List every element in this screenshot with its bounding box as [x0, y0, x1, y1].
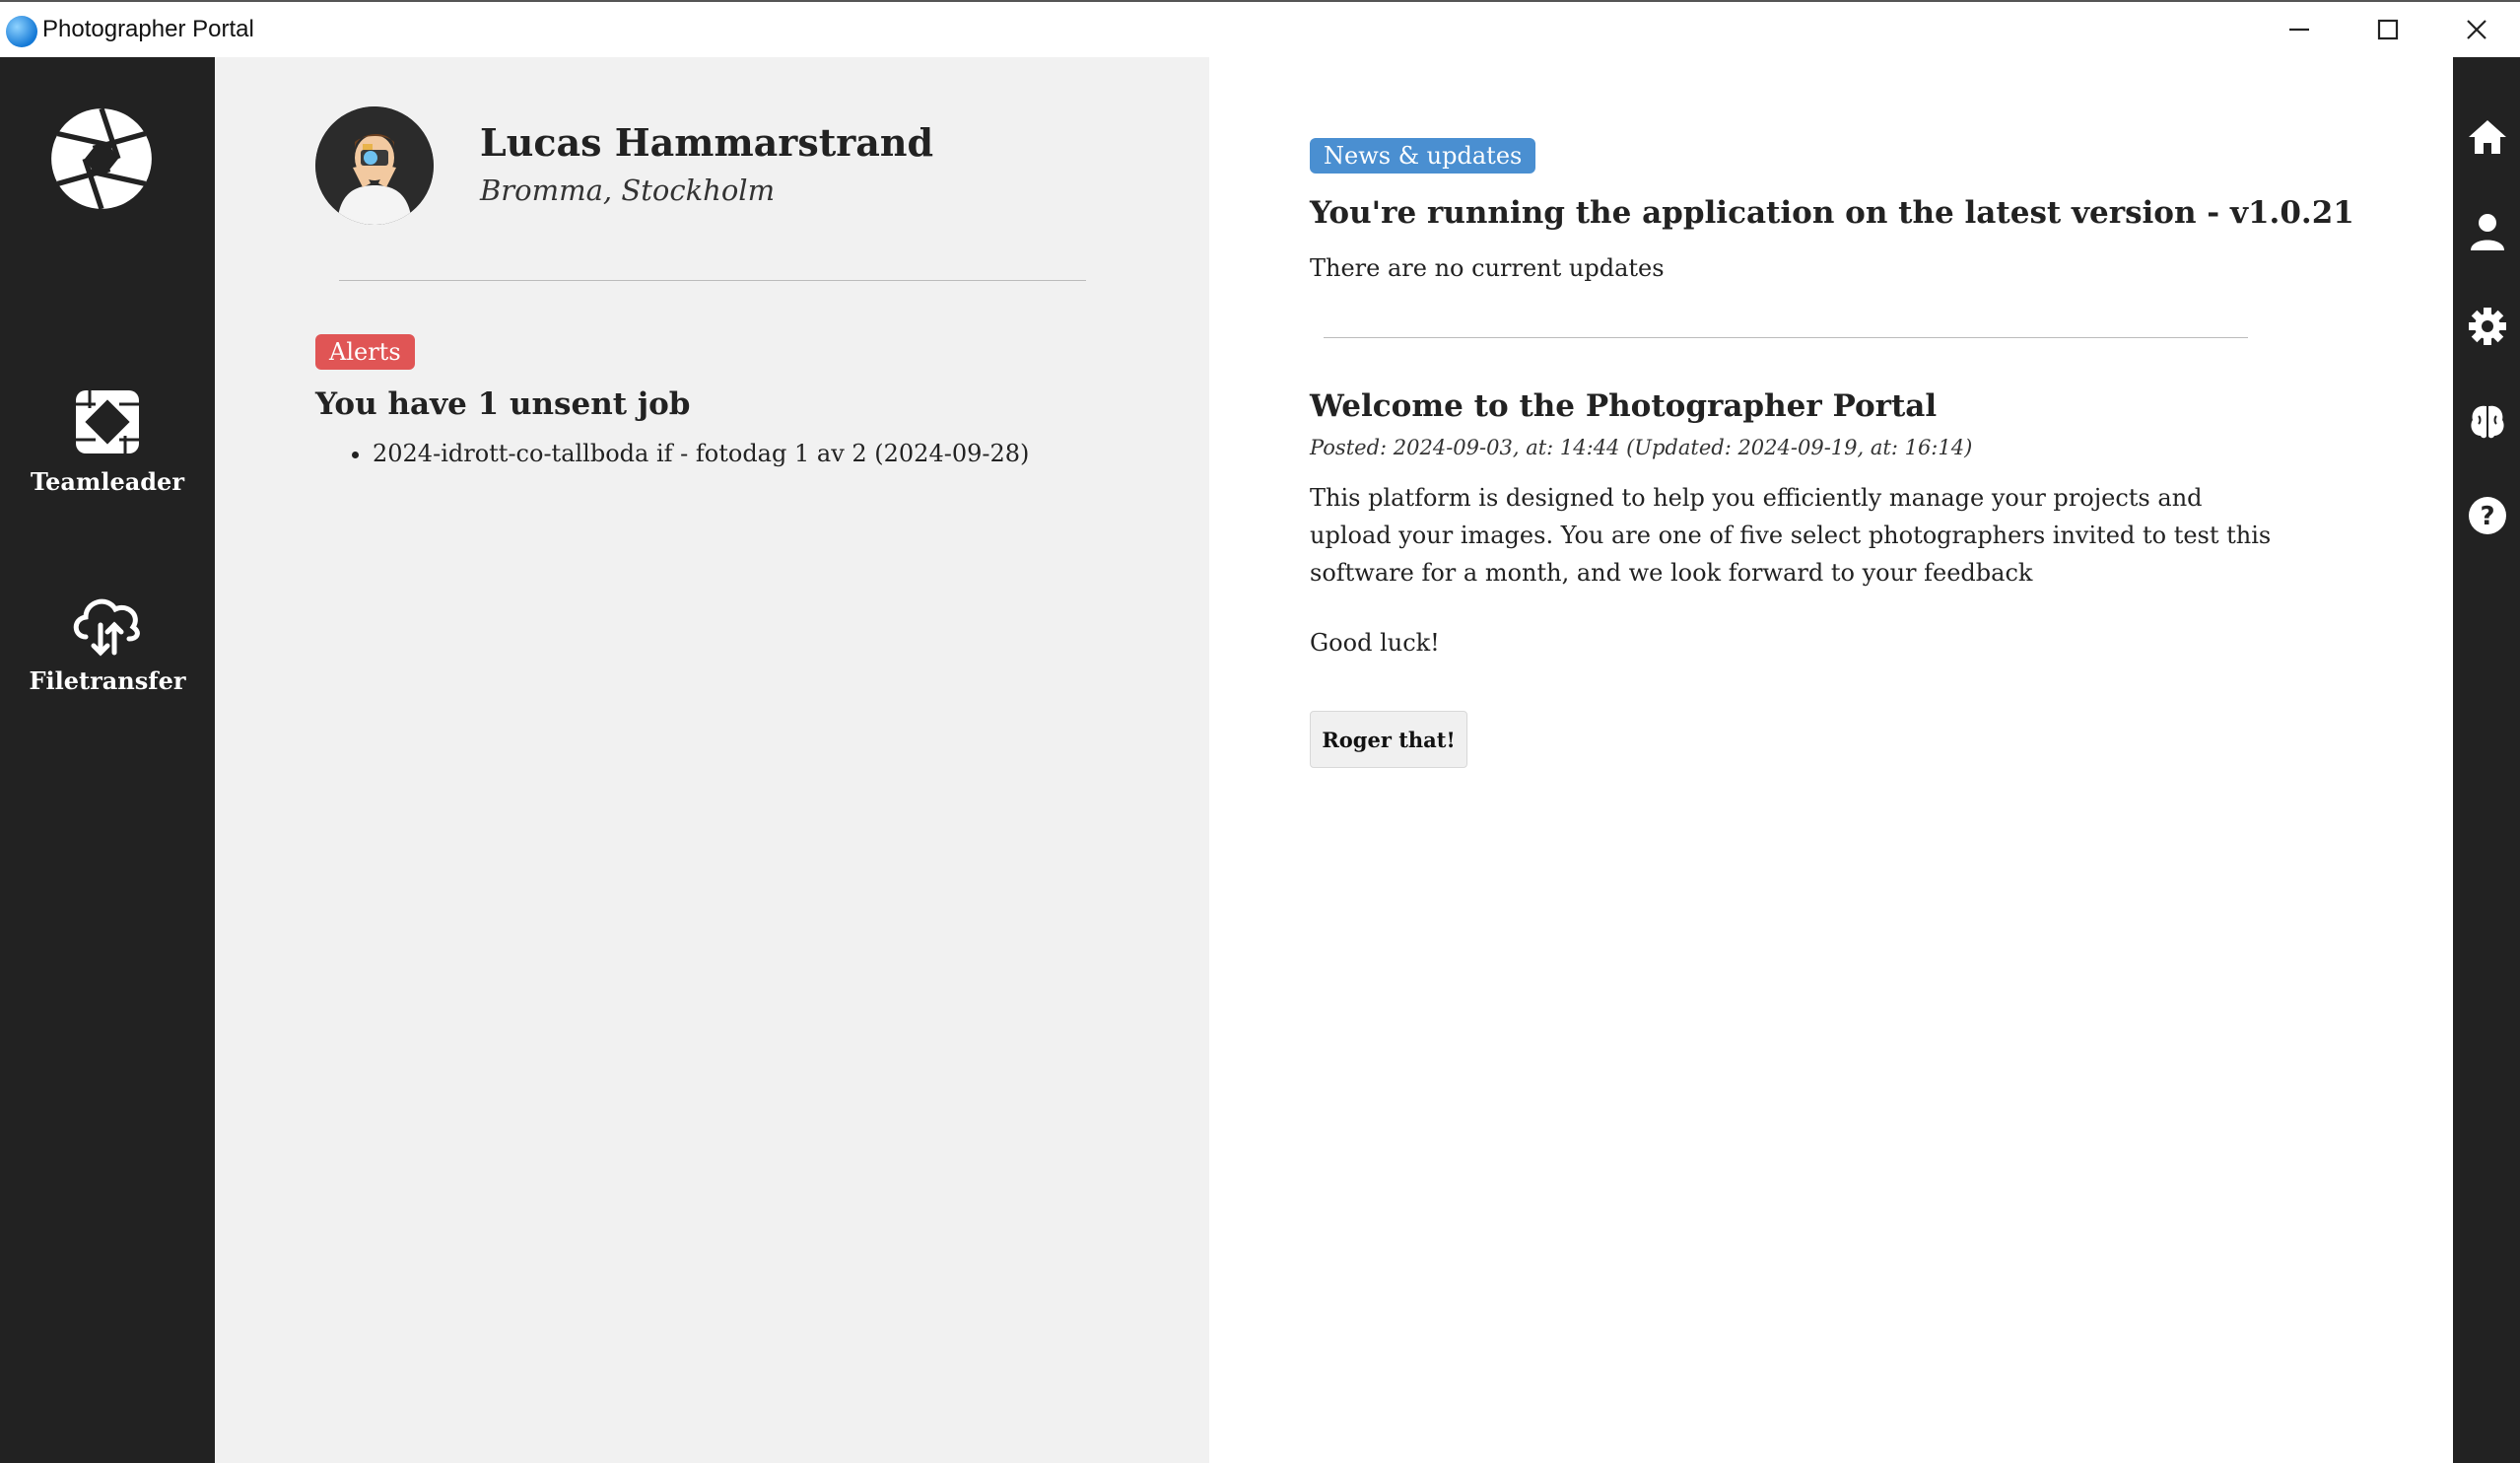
left-sidebar: Teamleader Filetransfer: [0, 57, 215, 1463]
sidebar-item-label: Teamleader: [31, 467, 184, 496]
avatar: [315, 106, 434, 225]
update-status: There are no current updates: [1310, 254, 1665, 282]
minimize-icon: [2289, 28, 2309, 32]
post-closing: Good luck!: [1310, 629, 1440, 657]
list-item[interactable]: 2024-idrott-co-tallboda if - fotodag 1 a…: [373, 440, 1029, 467]
profile-location: Bromma, Stockholm: [480, 174, 776, 207]
news-badge: News & updates: [1310, 138, 1536, 174]
post-meta: Posted: 2024-09-03, at: 14:44 (Updated: …: [1310, 436, 1973, 459]
roger-that-button[interactable]: Roger that!: [1310, 711, 1467, 768]
cloud-transfer-icon: [73, 598, 140, 657]
divider: [1324, 337, 2248, 338]
window-title: Photographer Portal: [42, 16, 254, 42]
profile-name: Lucas Hammarstrand: [480, 120, 934, 165]
app-logo-icon: [6, 16, 37, 47]
sidebar-item-teamleader[interactable]: Teamleader: [0, 384, 215, 496]
post-title: Welcome to the Photographer Portal: [1310, 388, 1938, 424]
maximize-button[interactable]: [2344, 2, 2432, 57]
close-button[interactable]: [2432, 2, 2520, 57]
divider: [339, 280, 1086, 281]
post-body: This platform is designed to help you ef…: [1310, 484, 2272, 587]
alerts-badge: Alerts: [315, 334, 415, 370]
brain-icon[interactable]: [2467, 400, 2508, 442]
profile-panel: Lucas Hammarstrand Bromma, Stockholm Ale…: [215, 57, 1209, 1463]
sidebar-item-label: Filetransfer: [29, 666, 186, 695]
help-icon[interactable]: ?: [2467, 495, 2508, 536]
right-sidebar: ?: [2453, 57, 2520, 1463]
home-icon[interactable]: [2467, 116, 2508, 158]
camera-aperture-icon[interactable]: [49, 106, 154, 211]
alerts-list: 2024-idrott-co-tallboda if - fotodag 1 a…: [333, 440, 1029, 467]
minimize-button[interactable]: [2255, 2, 2344, 57]
team-hands-icon: [76, 390, 139, 453]
sidebar-item-filetransfer[interactable]: Filetransfer: [0, 590, 215, 695]
news-panel: News & updates You're running the applic…: [1209, 57, 2453, 1463]
version-heading: You're running the application on the la…: [1310, 195, 2354, 231]
settings-icon[interactable]: [2467, 306, 2508, 347]
svg-text:?: ?: [2480, 502, 2494, 531]
close-icon: [2467, 20, 2486, 39]
maximize-icon: [2377, 19, 2399, 40]
alerts-heading: You have 1 unsent job: [315, 386, 691, 422]
user-icon[interactable]: [2467, 211, 2508, 252]
title-bar: Photographer Portal: [0, 0, 2520, 57]
